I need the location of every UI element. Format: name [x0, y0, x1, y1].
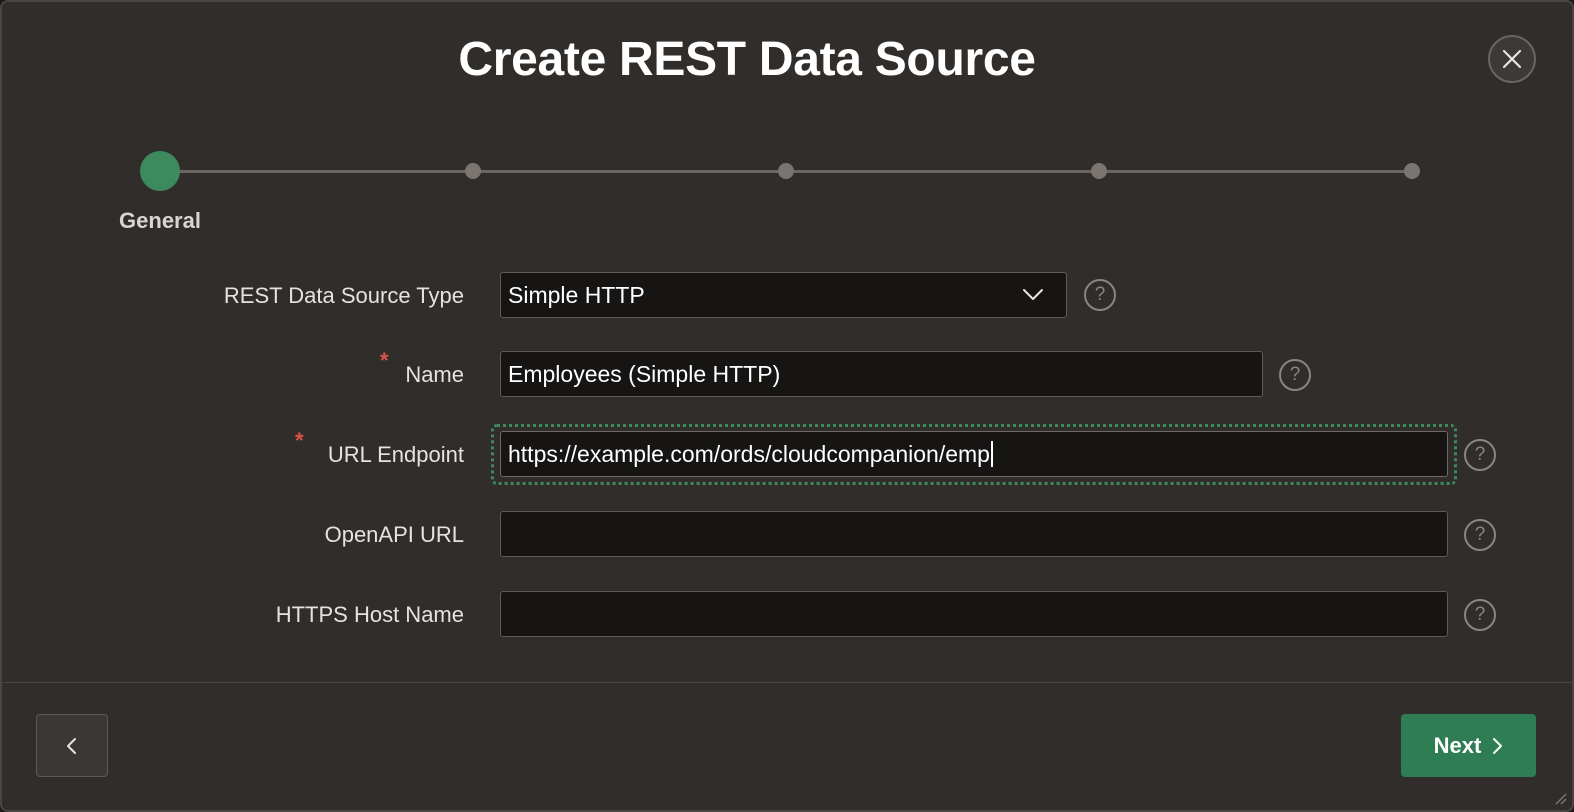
https-host-help-icon[interactable]: ?	[1464, 599, 1496, 631]
name-label: Name	[405, 362, 464, 387]
url-endpoint-label: URL Endpoint	[327, 442, 464, 467]
wizard-step-2	[465, 163, 481, 179]
url-endpoint-input[interactable]: https://example.com/ords/cloudcompanion/…	[500, 431, 1448, 477]
wizard-step-4	[1091, 163, 1107, 179]
wizard-step-3	[778, 163, 794, 179]
resize-grip-icon[interactable]	[1550, 788, 1568, 806]
name-input-value: Employees (Simple HTTP)	[508, 360, 781, 387]
next-button[interactable]: Next	[1401, 714, 1536, 777]
chevron-right-icon	[1493, 737, 1503, 754]
type-select[interactable]: Simple HTTP	[500, 272, 1067, 318]
create-rest-data-source-dialog: Create REST Data Source General REST Dat…	[0, 0, 1574, 812]
wizard-step-5	[1404, 163, 1420, 179]
text-caret	[990, 441, 993, 467]
url-endpoint-value: https://example.com/ords/cloudcompanion/…	[508, 440, 990, 467]
name-input[interactable]: Employees (Simple HTTP)	[500, 351, 1263, 397]
close-icon	[1502, 49, 1522, 69]
name-required-marker: *	[380, 348, 389, 373]
wizard-step-1-current	[140, 151, 180, 191]
openapi-url-help-icon[interactable]: ?	[1464, 519, 1496, 551]
url-required-marker: *	[295, 428, 304, 453]
dialog-title: Create REST Data Source	[458, 33, 1036, 86]
chevron-left-icon	[67, 737, 76, 754]
type-help-icon[interactable]: ?	[1084, 279, 1116, 311]
https-host-label: HTTPS Host Name	[275, 602, 464, 627]
url-endpoint-help-icon[interactable]: ?	[1464, 439, 1496, 471]
openapi-url-input[interactable]	[500, 511, 1448, 557]
type-select-value: Simple HTTP	[508, 281, 645, 308]
wizard-step-label: General	[119, 208, 201, 233]
chevron-down-icon	[1023, 289, 1043, 300]
close-button[interactable]	[1488, 35, 1536, 83]
next-button-label: Next	[1433, 732, 1482, 758]
https-host-input[interactable]	[500, 591, 1448, 637]
name-help-icon[interactable]: ?	[1279, 359, 1311, 391]
type-label: REST Data Source Type	[223, 283, 464, 308]
footer-divider	[2, 682, 1572, 683]
openapi-url-label: OpenAPI URL	[324, 522, 464, 547]
back-button[interactable]	[36, 714, 108, 777]
